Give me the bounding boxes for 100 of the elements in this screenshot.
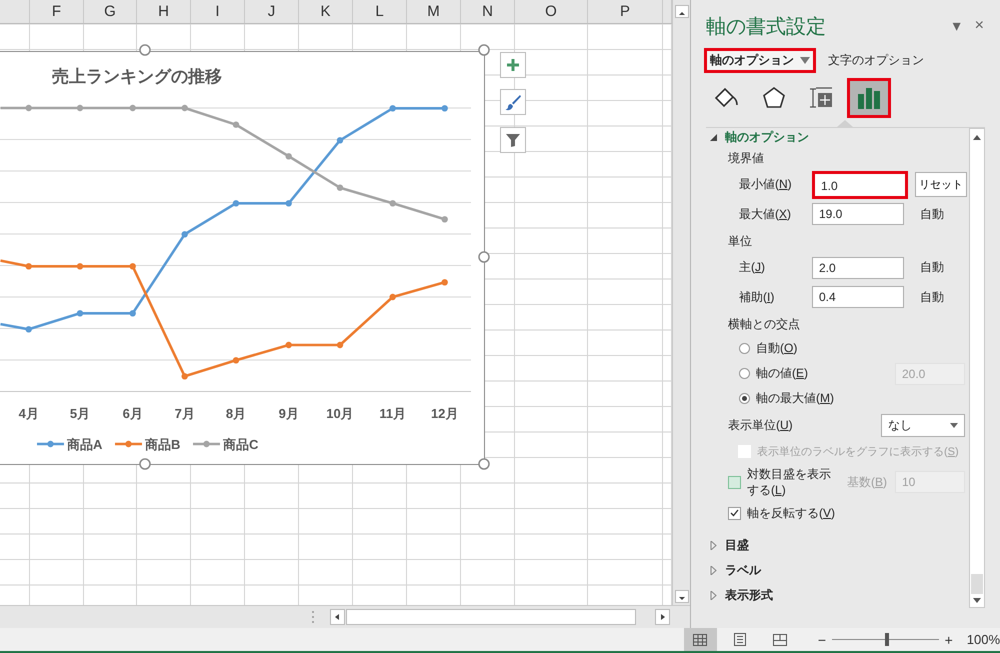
line-chart[interactable]: 売上ランキングの推移 4月 5月 6月 7月 8月 9月 10月 11月 12月 商品A 商品B 商品C <box>0 51 485 465</box>
radio-button[interactable] <box>739 343 750 354</box>
up-arrow-icon <box>973 135 981 140</box>
input-field[interactable]: 19.0 <box>812 203 904 226</box>
legend-label: 商品B <box>145 437 180 452</box>
vertical-scrollbar[interactable] <box>969 128 985 608</box>
input-field[interactable]: 1.0 <box>812 170 908 199</box>
section-header[interactable]: 表示形式 <box>706 583 968 608</box>
expand-icon <box>710 541 717 550</box>
group-heading: 単位 <box>728 232 752 250</box>
field-label: 主(J) <box>738 259 766 276</box>
pane-title: 軸の書式設定 <box>706 14 827 40</box>
resize-handle[interactable] <box>139 458 151 470</box>
axis-label: 9月 <box>278 406 299 421</box>
radio-button[interactable] <box>739 368 750 379</box>
bar-chart-icon <box>856 86 882 110</box>
input-field[interactable]: 0.4 <box>812 286 904 308</box>
axis-label: 5月 <box>70 406 90 421</box>
series-line[interactable] <box>0 259 448 380</box>
field-label: 表示単位(U) <box>728 416 793 434</box>
resize-handle[interactable] <box>478 458 490 470</box>
tab[interactable]: 文字のオプション <box>822 48 930 73</box>
scroll-right-button[interactable] <box>655 609 670 625</box>
resize-handle[interactable] <box>139 44 151 56</box>
column-header[interactable]: H <box>158 3 169 20</box>
group-heading: 境界値 <box>728 150 764 166</box>
column-header[interactable]: I <box>215 3 220 20</box>
close-button[interactable]: × <box>974 17 984 35</box>
auto-label: 自動 <box>920 206 944 223</box>
down-arrow-icon <box>973 598 981 603</box>
expand-icon <box>710 566 717 575</box>
option-label[interactable]: 対数目盛を表示する(L) <box>747 463 833 501</box>
series-line[interactable] <box>0 104 448 222</box>
tab[interactable]: 軸のオプション <box>704 48 816 73</box>
scroll-left-button[interactable] <box>330 609 345 625</box>
pane-options-button[interactable]: ▾ <box>952 16 961 36</box>
resize-handle[interactable] <box>478 44 490 56</box>
field-label: 基数(B) <box>847 474 888 490</box>
pentagon-icon <box>762 86 786 110</box>
radio-button[interactable] <box>739 393 750 404</box>
scroll-thumb[interactable] <box>971 574 983 594</box>
vertical-scrollbar[interactable] <box>672 0 690 605</box>
grid-icon <box>693 634 708 646</box>
zoom-in-button[interactable]: + <box>940 632 957 648</box>
page-break-icon <box>773 634 788 646</box>
group-heading: 横軸との交点 <box>728 316 800 332</box>
option-label[interactable]: 軸の値(E) <box>756 365 808 382</box>
axis-label: 4月 <box>18 406 39 421</box>
column-header[interactable]: K <box>320 3 330 20</box>
column-header[interactable]: L <box>375 3 384 20</box>
resize-icon <box>808 86 834 110</box>
brush-icon <box>504 93 522 111</box>
axis-label: 10月 <box>326 406 354 421</box>
paint-bucket-icon <box>714 86 740 110</box>
axis-label: 12月 <box>430 406 458 421</box>
field-label: 最小値(N) <box>738 176 793 194</box>
reset-button[interactable]: リセット <box>915 172 967 198</box>
page-icon <box>734 633 746 646</box>
dropdown-arrow-icon <box>950 422 958 428</box>
section-header[interactable]: 軸のオプション <box>706 128 968 146</box>
field-label: 最大値(X) <box>738 206 792 223</box>
chart-elements-button[interactable] <box>500 52 526 78</box>
series-line[interactable] <box>0 105 448 332</box>
axis-label: 8月 <box>226 406 246 421</box>
section-header[interactable]: 目盛 <box>706 533 968 558</box>
axis-label: 7月 <box>174 406 195 421</box>
axis-label: 6月 <box>122 406 143 421</box>
dropdown-arrow-icon <box>800 57 810 64</box>
zoom-out-button[interactable]: − <box>814 632 830 648</box>
field-label: 補助(I) <box>738 288 776 306</box>
horizontal-scrollbar[interactable] <box>346 609 636 625</box>
option-label[interactable]: 自動(O) <box>756 340 798 357</box>
plus-icon <box>506 58 520 72</box>
checkbox[interactable] <box>728 506 741 520</box>
view-button[interactable] <box>684 628 717 651</box>
column-header[interactable]: F <box>52 3 62 20</box>
column-header[interactable]: N <box>482 3 493 20</box>
option-label[interactable]: 軸の最大値(M) <box>756 390 834 407</box>
legend-label: 商品A <box>67 437 102 452</box>
chart-filters-button[interactable] <box>500 127 526 153</box>
input-field[interactable]: 2.0 <box>812 256 904 279</box>
column-header[interactable]: M <box>427 3 440 20</box>
section-header[interactable]: ラベル <box>706 558 968 583</box>
filter-icon <box>505 132 521 148</box>
chart-styles-button[interactable] <box>500 89 526 115</box>
auto-label: 自動 <box>920 288 944 306</box>
splitter-icon[interactable] <box>311 610 315 624</box>
zoom-level[interactable]: 100% <box>966 632 1000 647</box>
checkbox[interactable] <box>728 476 741 488</box>
expand-icon <box>710 591 717 600</box>
collapse-icon <box>710 134 717 140</box>
slider-thumb[interactable] <box>885 633 890 646</box>
resize-handle[interactable] <box>478 251 490 263</box>
column-header[interactable]: P <box>620 3 630 20</box>
column-header[interactable]: J <box>268 3 276 20</box>
option-label[interactable]: 軸を反転する(V) <box>747 504 836 522</box>
column-header[interactable]: G <box>104 3 116 20</box>
column-header[interactable]: O <box>545 3 557 20</box>
dropdown[interactable]: なし <box>881 414 965 436</box>
auto-label: 自動 <box>920 259 944 276</box>
